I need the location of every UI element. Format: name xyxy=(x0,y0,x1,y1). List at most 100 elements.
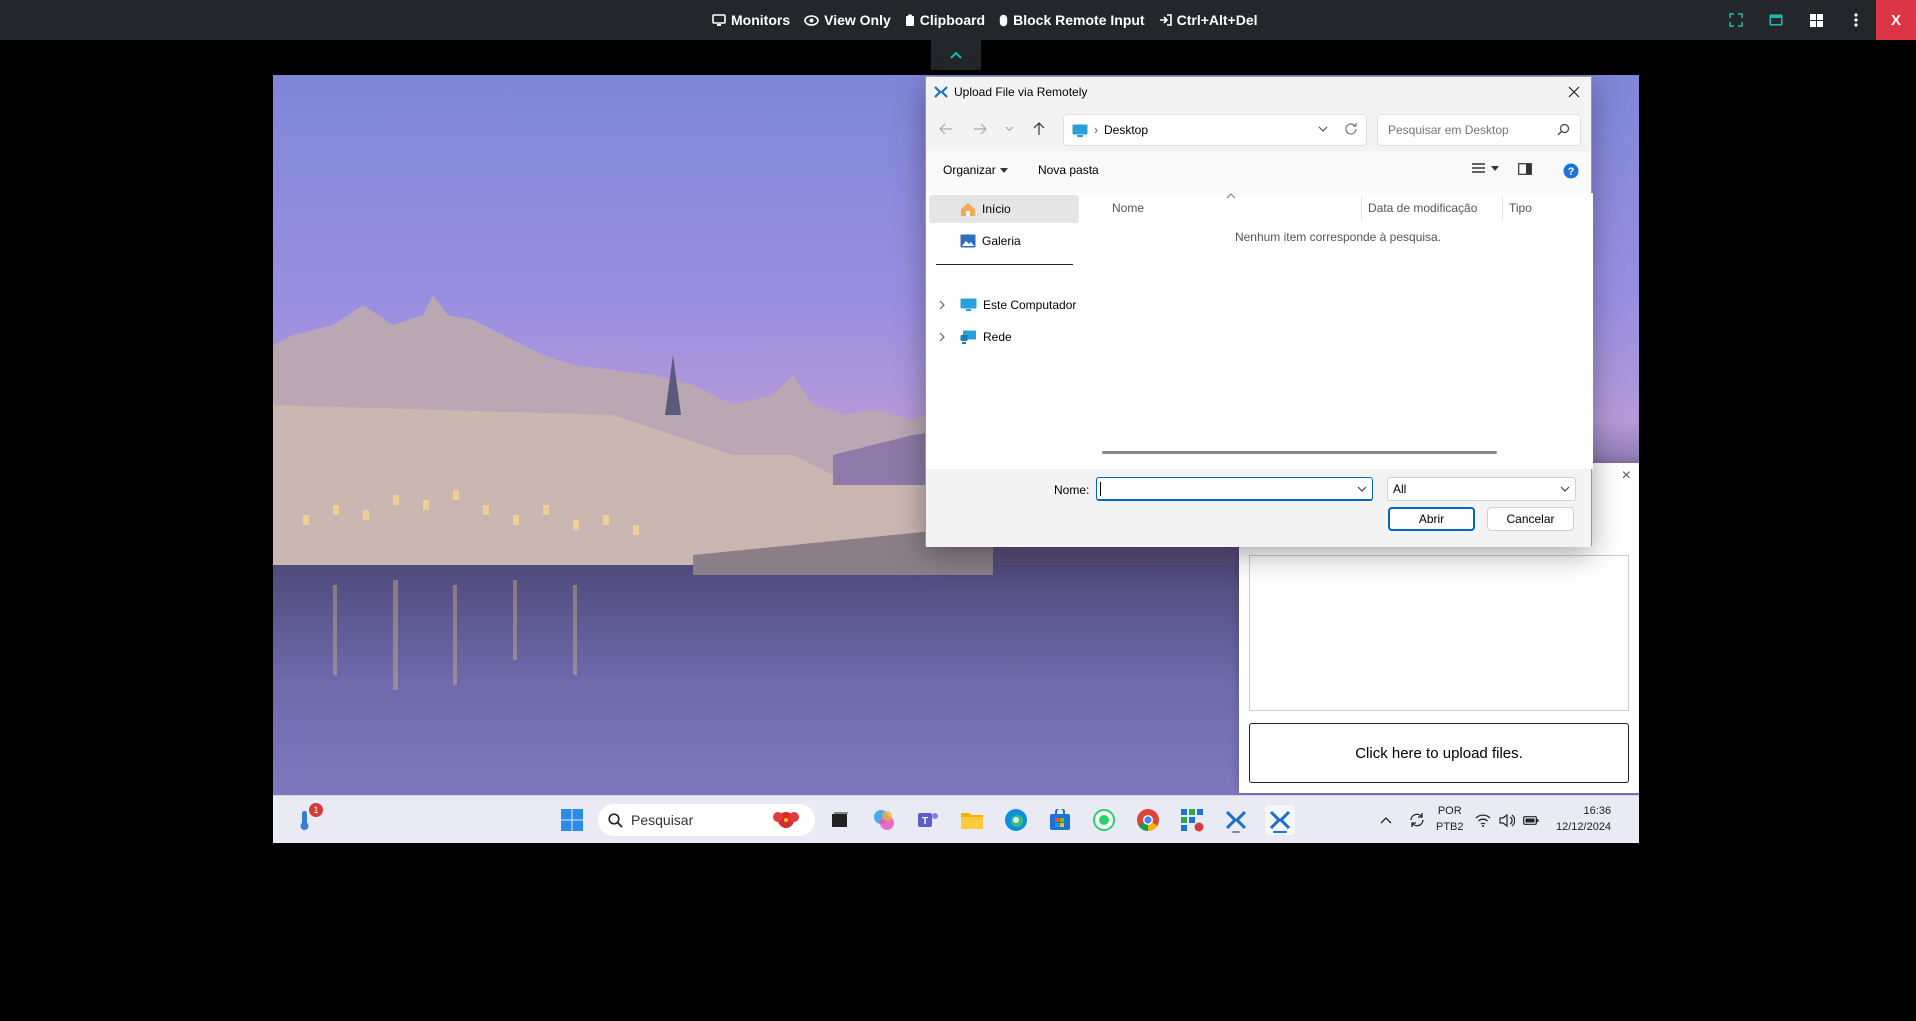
whatsapp-app[interactable] xyxy=(1089,805,1119,835)
upload-drop-area[interactable] xyxy=(1249,555,1629,711)
view-options-button[interactable] xyxy=(1472,163,1501,173)
close-session-button[interactable]: X xyxy=(1876,0,1916,40)
sidebar-item-this-pc[interactable]: Este Computador xyxy=(929,291,1079,319)
language-code: POR xyxy=(1437,805,1462,817)
column-header-type[interactable]: Tipo xyxy=(1509,201,1532,215)
search-input[interactable] xyxy=(1386,122,1546,138)
app-grid-app[interactable] xyxy=(1177,805,1207,835)
fit-screen-button[interactable] xyxy=(1716,0,1756,40)
forward-button[interactable] xyxy=(970,119,990,139)
up-button[interactable] xyxy=(1029,119,1049,139)
windows-key-button[interactable] xyxy=(1796,0,1836,40)
remote-toolbar: Monitors View Only Clipboard Block Remot… xyxy=(0,0,1916,40)
sidebar-divider xyxy=(936,264,1073,265)
new-folder-button[interactable]: Nova pasta xyxy=(1038,163,1099,177)
store-app[interactable] xyxy=(1045,805,1075,835)
view-only-label: View Only xyxy=(824,12,891,28)
edge-app[interactable] xyxy=(1001,805,1031,835)
weather-widget[interactable]: 1 xyxy=(290,803,323,835)
dialog-titlebar: Upload File via Remotely xyxy=(926,77,1591,107)
refresh-button[interactable] xyxy=(1344,122,1358,139)
system-clock[interactable]: 16:36 12/12/2024 xyxy=(1556,803,1611,835)
sidebar-item-network[interactable]: Rede xyxy=(929,323,1079,351)
remotely-icon xyxy=(1269,810,1291,830)
search-icon xyxy=(1557,123,1570,136)
taskbar: 1 Pesquisar T POR PTB2 16:36 12/12/2024 xyxy=(273,795,1639,843)
clock-time: 16:36 xyxy=(1583,805,1612,817)
taskbar-search-label: Pesquisar xyxy=(631,812,694,828)
address-bar[interactable]: › Desktop xyxy=(1063,114,1367,146)
teams-icon: T xyxy=(918,813,938,827)
column-header-name[interactable]: Nome xyxy=(1112,201,1144,215)
breadcrumb-desktop[interactable]: Desktop xyxy=(1104,123,1148,137)
file-explorer-app[interactable] xyxy=(957,805,987,835)
task-view-button[interactable] xyxy=(825,805,855,835)
horizontal-scrollbar[interactable] xyxy=(1102,451,1497,454)
preview-pane-button[interactable] xyxy=(1518,163,1532,175)
sidebar-item-gallery[interactable]: Galeria xyxy=(929,227,1079,255)
ctrl-alt-del-label: Ctrl+Alt+Del xyxy=(1176,12,1258,28)
remotely-app-active[interactable] xyxy=(1265,805,1295,835)
arrow-right-icon xyxy=(974,123,987,135)
column-header-modified[interactable]: Data de modificação xyxy=(1368,201,1477,215)
computer-icon xyxy=(960,298,977,311)
clock-date: 12/12/2024 xyxy=(1556,821,1612,833)
sign-in-icon xyxy=(1159,14,1172,26)
caret-down-icon xyxy=(999,167,1008,173)
view-only-button[interactable]: View Only xyxy=(804,12,891,28)
quick-settings-button[interactable] xyxy=(1472,805,1542,835)
chevron-down-icon[interactable] xyxy=(1357,484,1367,494)
clipboard-button[interactable]: Clipboard xyxy=(905,12,985,28)
chrome-app[interactable] xyxy=(1133,805,1163,835)
column-separator[interactable] xyxy=(1361,195,1362,221)
help-button[interactable]: ? xyxy=(1563,163,1579,179)
chevron-right-icon[interactable] xyxy=(939,332,945,342)
network-icon xyxy=(960,330,976,344)
remotely-app[interactable] xyxy=(1221,805,1251,835)
upload-files-button[interactable]: Click here to upload files. xyxy=(1249,723,1629,783)
window-mode-button[interactable] xyxy=(1756,0,1796,40)
chevron-down-icon xyxy=(1005,126,1013,132)
edge-icon xyxy=(1005,809,1027,831)
start-button[interactable] xyxy=(557,805,587,835)
sidebar-item-home[interactable]: Início xyxy=(929,195,1079,223)
running-indicator xyxy=(1232,831,1240,833)
open-button[interactable]: Abrir xyxy=(1388,507,1475,531)
teams-app[interactable]: T xyxy=(913,805,943,835)
dialog-close-button[interactable] xyxy=(1565,83,1583,101)
dialog-title: Upload File via Remotely xyxy=(954,85,1088,99)
file-name-input[interactable] xyxy=(1096,477,1373,501)
remotely-icon xyxy=(1225,810,1247,830)
file-list[interactable]: Nome Data de modificação Tipo Nenhum ite… xyxy=(1083,193,1593,469)
chrome-icon xyxy=(1137,809,1159,831)
organize-menu[interactable]: Organizar xyxy=(943,163,1008,177)
chevron-right-icon[interactable] xyxy=(939,300,945,310)
keyboard-language[interactable]: POR PTB2 xyxy=(1436,803,1464,835)
file-type-select[interactable]: All xyxy=(1387,477,1576,501)
task-view-icon xyxy=(832,812,848,827)
sync-tray-icon[interactable] xyxy=(1402,805,1432,835)
taskbar-search[interactable]: Pesquisar xyxy=(598,804,815,836)
monitor-icon xyxy=(712,13,726,26)
file-name-label: Nome: xyxy=(1054,483,1090,497)
volume-icon xyxy=(1499,813,1515,827)
block-input-button[interactable]: Block Remote Input xyxy=(999,12,1145,28)
back-button[interactable] xyxy=(936,119,956,139)
monitors-button[interactable]: Monitors xyxy=(712,12,790,28)
column-separator[interactable] xyxy=(1502,195,1503,221)
command-bar: Organizar Nova pasta ? xyxy=(926,151,1591,193)
address-dropdown-button[interactable] xyxy=(1318,123,1328,138)
copilot-app[interactable] xyxy=(869,805,899,835)
collapse-toolbar-button[interactable] xyxy=(931,40,981,70)
more-options-button[interactable] xyxy=(1836,0,1876,40)
show-hidden-icons-button[interactable] xyxy=(1371,805,1401,835)
battery-icon xyxy=(1523,815,1539,825)
recent-locations-button[interactable] xyxy=(999,119,1019,139)
close-icon[interactable]: × xyxy=(1622,467,1631,485)
search-box[interactable] xyxy=(1377,114,1581,146)
ctrl-alt-del-button[interactable]: Ctrl+Alt+Del xyxy=(1159,12,1258,28)
cancel-button[interactable]: Cancelar xyxy=(1487,507,1574,531)
clipboard-icon xyxy=(905,14,914,26)
whatsapp-icon xyxy=(1093,809,1115,831)
caret-down-icon xyxy=(1491,165,1499,171)
